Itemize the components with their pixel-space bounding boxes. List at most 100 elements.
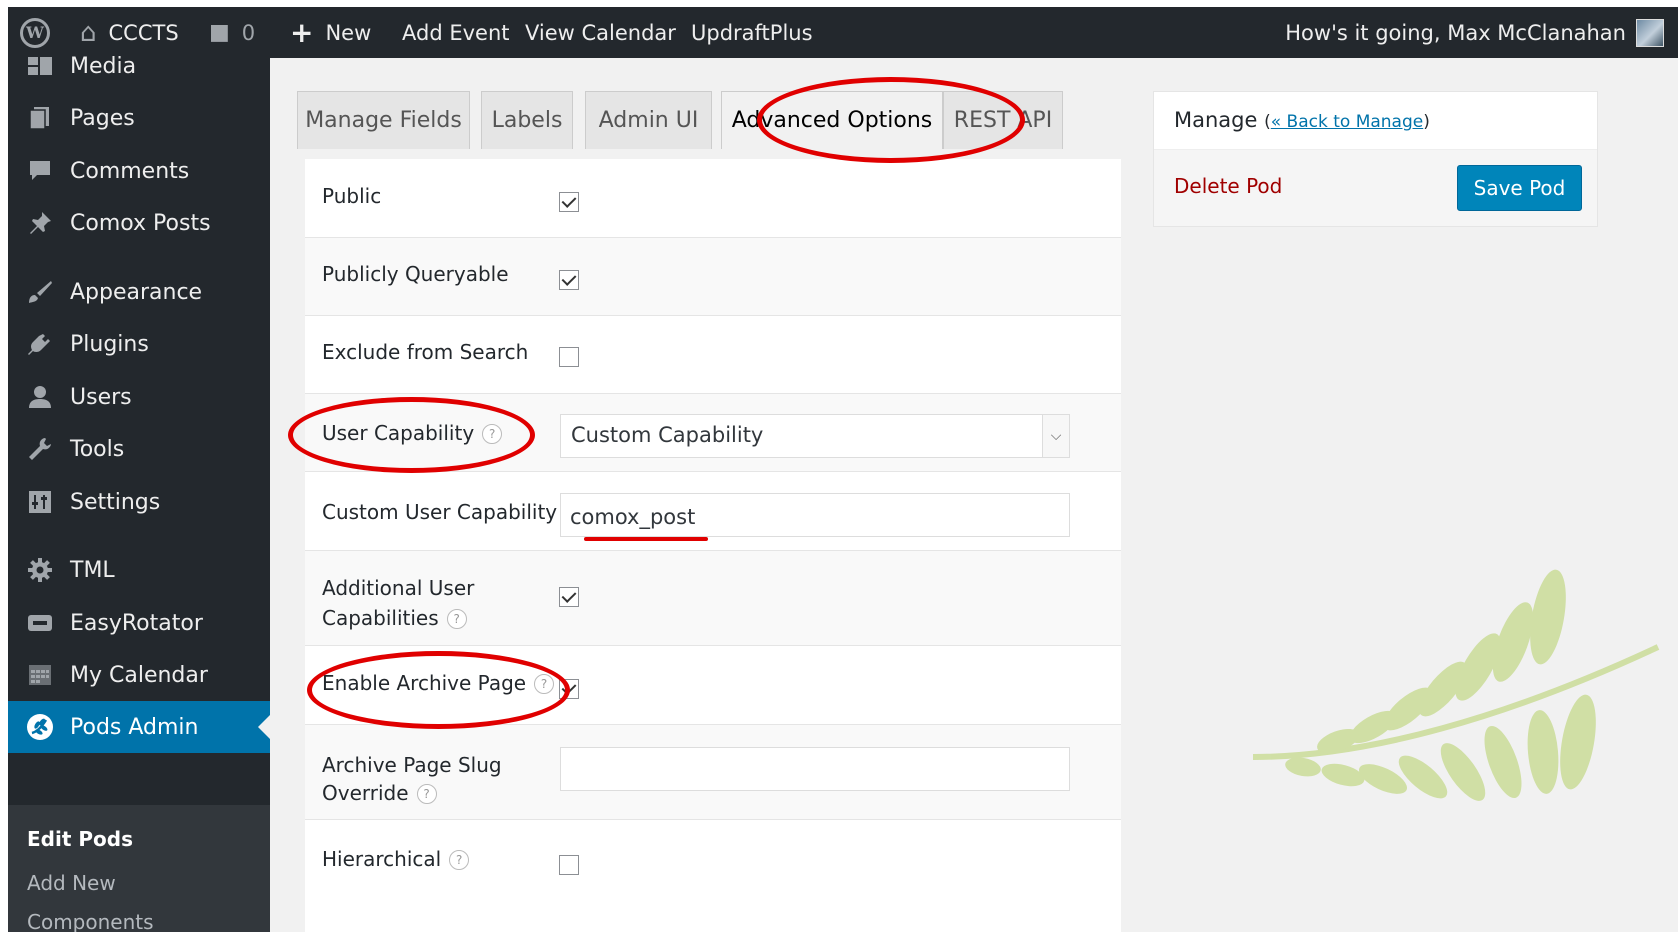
annotation-circle-advanced-options <box>757 77 1025 163</box>
view-calendar-link[interactable]: View Calendar <box>525 7 676 58</box>
select-value: Custom Capability <box>571 423 764 447</box>
submenu-add-new[interactable]: Add New <box>27 871 116 895</box>
option-label: Public <box>322 184 382 208</box>
back-paren-close: ) <box>1423 112 1430 132</box>
option-label: Hierarchical? <box>322 844 470 874</box>
plus-icon: + <box>290 16 314 49</box>
option-label: Archive Page Slug <box>322 753 502 777</box>
new-label: New <box>325 20 372 45</box>
my-account-menu[interactable]: How's it going, Max McClanahan <box>1285 7 1664 58</box>
wrench-icon <box>22 437 58 461</box>
sidebar-item-tools[interactable]: Tools <box>8 423 270 475</box>
sidebar-item-users[interactable]: Users <box>8 371 270 423</box>
sidebar-item-tml[interactable]: TML <box>8 544 270 596</box>
media-icon <box>22 55 58 77</box>
sidebar-item-label: Pods Admin <box>70 714 199 740</box>
add-event-link[interactable]: Add Event <box>402 7 510 58</box>
sidebar-item-label: EasyRotator <box>70 610 203 636</box>
sidebar-item-plugins[interactable]: Plugins <box>8 318 270 370</box>
sidebar-item-pages[interactable]: Pages <box>8 92 270 144</box>
input-value: comox_post <box>570 505 696 529</box>
annotation-underline-comox-post <box>584 537 708 541</box>
submenu-components[interactable]: Components <box>27 910 154 932</box>
sidebar-item-media[interactable]: Media <box>8 40 270 92</box>
option-label-line2: Override <box>322 781 409 805</box>
option-label-line2: Capabilities <box>322 606 439 630</box>
manage-box-actions: Delete Pod Save Pod <box>1154 150 1597 226</box>
back-to-manage: (« Back to Manage) <box>1264 112 1430 132</box>
settings-icon <box>22 490 58 514</box>
chevron-down-icon: ⌵ <box>1042 415 1069 457</box>
help-icon[interactable]: ? <box>446 609 467 629</box>
sidebar-item-label: TML <box>70 557 115 583</box>
admin-sidebar: Media Pages Comments Comox Posts Appeara… <box>8 54 270 932</box>
manage-title-text: Manage <box>1174 108 1258 132</box>
additional-user-capabilities-checkbox[interactable] <box>559 587 579 607</box>
option-label: Capabilities? <box>322 603 467 633</box>
pages-icon <box>22 106 58 130</box>
brush-icon <box>22 280 58 304</box>
publicly-queryable-checkbox[interactable] <box>559 270 579 290</box>
sidebar-item-label: Media <box>70 53 137 79</box>
option-row-exclude-from-search: Exclude from Search <box>305 316 1121 394</box>
sidebar-item-settings[interactable]: Settings <box>8 476 270 528</box>
option-label: Additional User <box>322 576 475 600</box>
sidebar-item-label: Tools <box>70 436 125 462</box>
avatar <box>1636 18 1664 47</box>
new-content-button[interactable]: + New <box>290 7 371 58</box>
exclude-from-search-checkbox[interactable] <box>559 347 579 367</box>
hierarchical-checkbox[interactable] <box>559 855 579 875</box>
option-row-public: Public <box>305 159 1121 238</box>
save-pod-button[interactable]: Save Pod <box>1457 165 1582 211</box>
sidebar-item-appearance[interactable]: Appearance <box>8 266 270 318</box>
leaf-watermark-icon <box>1252 569 1660 801</box>
tab-admin-ui[interactable]: Admin UI <box>585 91 712 149</box>
manage-title: Manage (« Back to Manage) <box>1174 108 1430 132</box>
pin-icon <box>22 211 58 235</box>
annotation-circle-enable-archive-page <box>307 651 570 729</box>
option-row-additional-user-capabilities: Additional User Capabilities? <box>305 551 1121 646</box>
calendar-icon <box>22 663 58 687</box>
sidebar-item-comments[interactable]: Comments <box>8 145 270 197</box>
tab-manage-fields[interactable]: Manage Fields <box>297 91 470 149</box>
sidebar-item-my-calendar[interactable]: My Calendar <box>8 649 270 701</box>
comments-icon <box>22 159 58 183</box>
archive-page-slug-input[interactable] <box>560 747 1070 791</box>
sidebar-item-comox-posts[interactable]: Comox Posts <box>8 197 270 249</box>
sidebar-item-label: Plugins <box>70 331 149 357</box>
sidebar-item-label: Comox Posts <box>70 210 211 236</box>
rotator-icon <box>22 613 58 633</box>
hierarchical-label: Hierarchical <box>322 847 442 871</box>
sidebar-item-easyrotator[interactable]: EasyRotator <box>8 597 270 649</box>
greeting-text: How's it going, Max McClanahan <box>1285 20 1626 45</box>
sidebar-item-label: Users <box>70 384 132 410</box>
browser-viewport: W ⌂ CCCTS ■ 0 + New Add Event View Calen… <box>8 7 1678 932</box>
option-label: Override? <box>322 778 437 808</box>
option-row-publicly-queryable: Publicly Queryable <box>305 238 1121 316</box>
option-label: Custom User Capability <box>322 500 558 524</box>
public-checkbox[interactable] <box>559 192 579 212</box>
option-row-custom-user-capability: Custom User Capability comox_post <box>305 472 1121 551</box>
back-paren-open: ( <box>1264 112 1271 132</box>
option-row-hierarchical: Hierarchical? <box>305 820 1121 932</box>
option-label: Exclude from Search <box>322 340 529 364</box>
manage-box-header: Manage (« Back to Manage) <box>1154 92 1597 150</box>
help-icon[interactable]: ? <box>416 784 437 804</box>
pods-submenu: Edit Pods Add New Components <box>8 805 270 932</box>
tab-labels[interactable]: Labels <box>481 91 573 149</box>
sidebar-item-pods-admin[interactable]: Pods Admin <box>8 701 270 753</box>
pods-icon <box>22 713 58 741</box>
user-capability-select[interactable]: Custom Capability ⌵ <box>560 414 1070 458</box>
advanced-options-panel: Public Publicly Queryable Exclude from S… <box>305 159 1121 932</box>
plugin-icon <box>22 332 58 356</box>
updraftplus-link[interactable]: UpdraftPlus <box>691 7 813 58</box>
help-icon[interactable]: ? <box>449 850 470 870</box>
annotation-circle-user-capability <box>288 397 535 473</box>
delete-pod-link[interactable]: Delete Pod <box>1174 174 1282 198</box>
submenu-edit-pods[interactable]: Edit Pods <box>27 827 133 851</box>
sidebar-item-label: Pages <box>70 105 135 131</box>
option-row-archive-page-slug-override: Archive Page Slug Override? <box>305 725 1121 820</box>
sidebar-item-label: Appearance <box>70 279 203 305</box>
custom-user-capability-input[interactable]: comox_post <box>560 493 1070 537</box>
back-to-manage-link[interactable]: « Back to Manage <box>1271 112 1423 132</box>
